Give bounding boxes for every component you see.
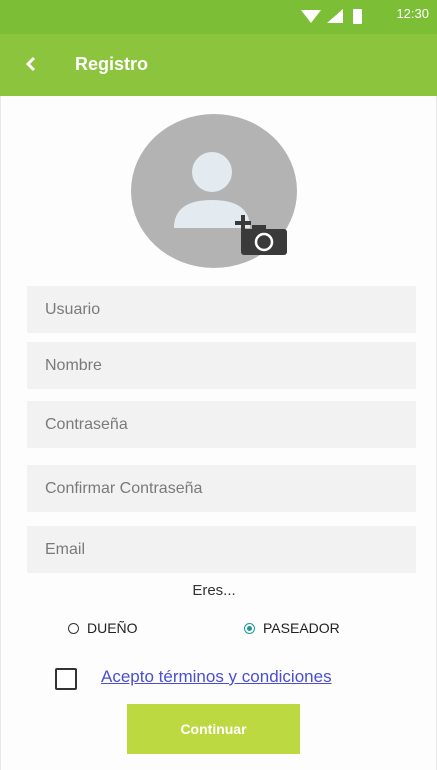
role-question: Eres... [192, 582, 236, 599]
radio-owner[interactable]: DUEÑO [68, 620, 138, 636]
username-field[interactable] [27, 286, 416, 333]
radio-walker[interactable]: PASEADOR [244, 620, 340, 636]
terms-link[interactable]: Acepto términos y condiciones [101, 667, 332, 687]
radio-walker-label: PASEADOR [263, 620, 340, 636]
app-bar: Registro [0, 34, 437, 96]
add-photo-camera-icon[interactable] [235, 215, 290, 257]
battery-icon [353, 9, 362, 24]
status-time: 12:30 [396, 6, 429, 21]
email-field[interactable] [27, 526, 416, 573]
radio-button-checked-icon [244, 622, 255, 634]
terms-checkbox[interactable] [55, 668, 77, 690]
page-title: Registro [75, 54, 149, 74]
continue-button[interactable]: Continuar [127, 704, 300, 754]
back-arrow-icon[interactable] [22, 53, 40, 75]
signal-icon [327, 9, 343, 23]
radio-owner-label: DUEÑO [87, 620, 138, 636]
password-field[interactable] [27, 401, 416, 448]
wifi-icon [301, 10, 321, 23]
confirm-password-field[interactable] [27, 465, 416, 512]
status-bar: 12:30 [0, 0, 437, 34]
name-field[interactable] [27, 342, 416, 389]
radio-button-unchecked-icon [68, 622, 79, 634]
status-icons [301, 9, 362, 24]
